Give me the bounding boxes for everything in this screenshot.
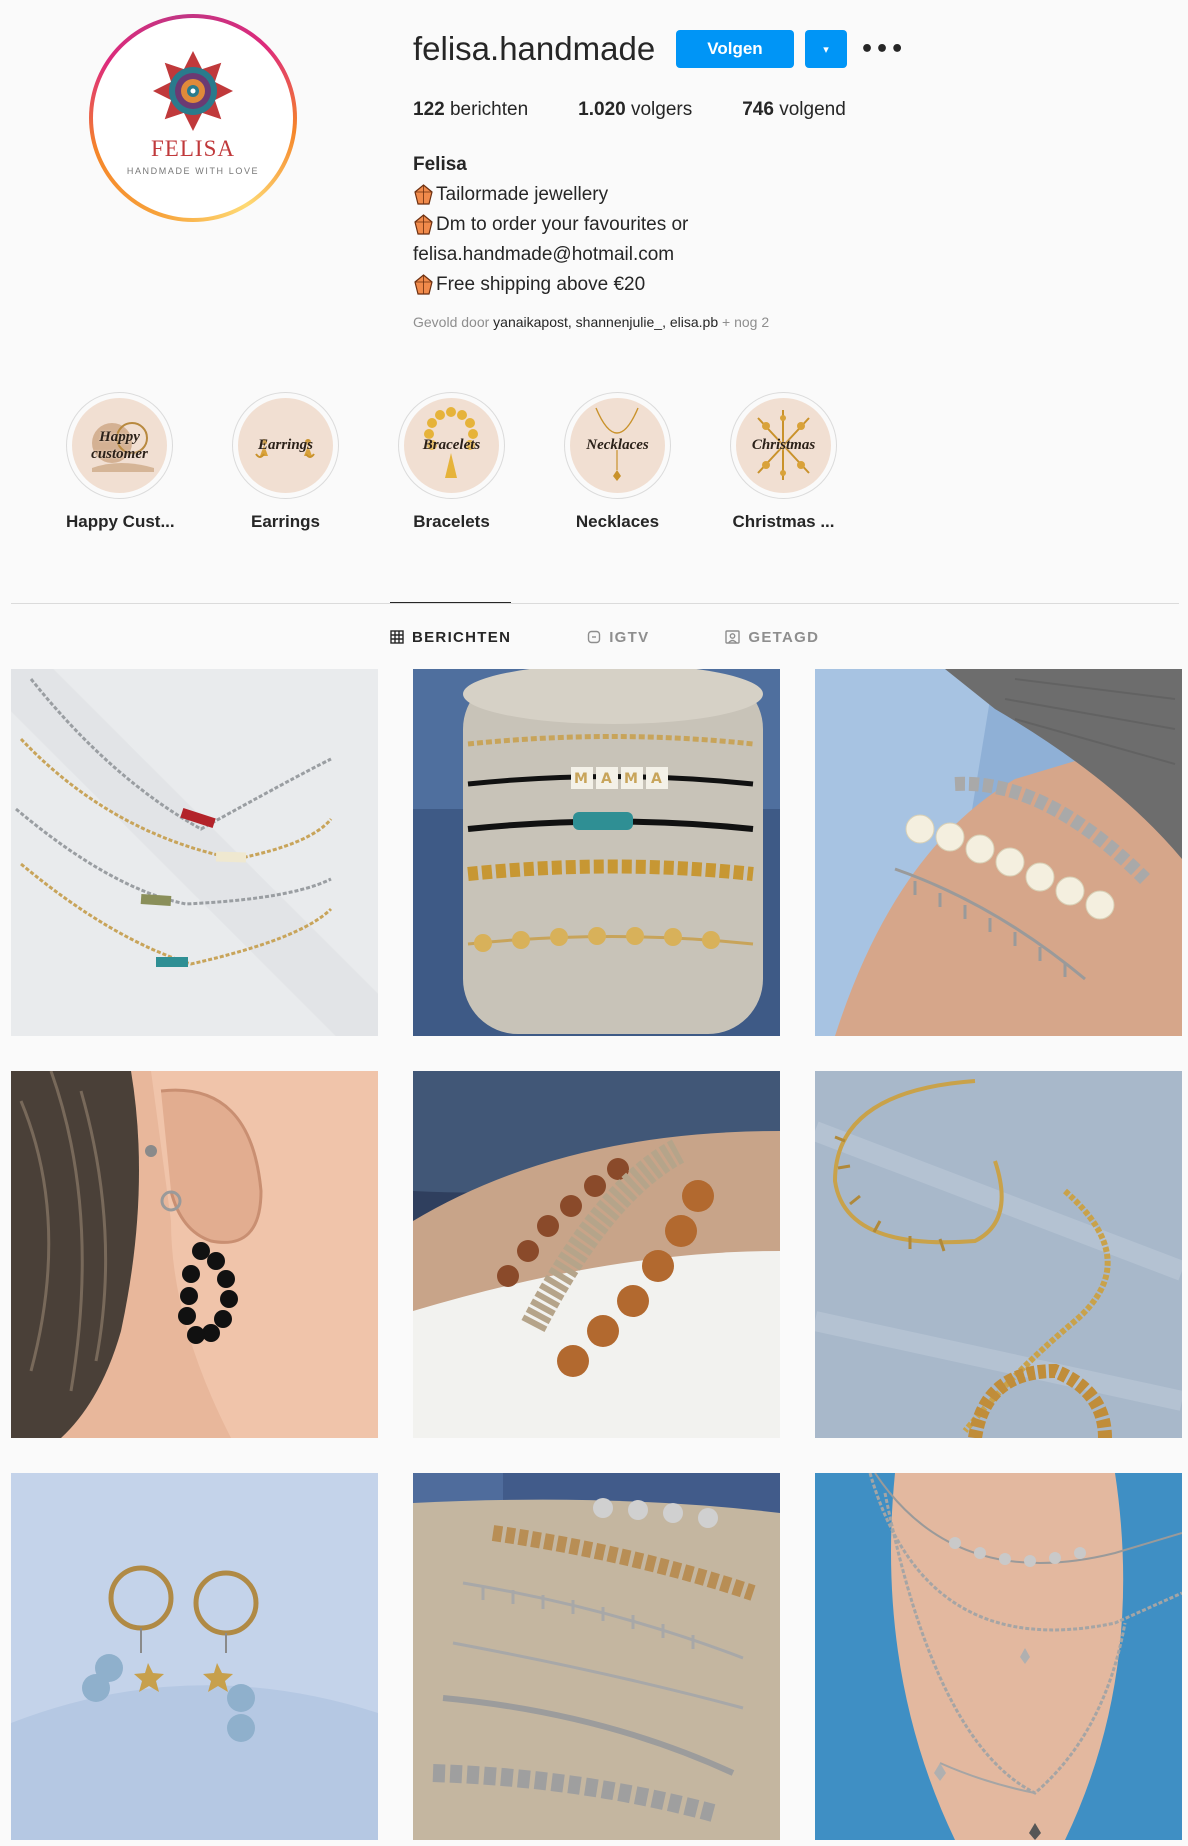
- highlight-cover: Christmas: [736, 398, 831, 493]
- post-thumbnail[interactable]: [815, 669, 1182, 1036]
- highlight-cover-title: customer: [91, 445, 148, 462]
- posts-grid: M A M A: [11, 669, 1182, 1840]
- wrist-bracelets-photo: [815, 669, 1182, 1036]
- stat-followers-label: volgers: [630, 99, 693, 120]
- ear-hoops-photo: [11, 1071, 378, 1438]
- post-thumbnail[interactable]: [815, 1071, 1182, 1438]
- bracelets-mama-photo: M A M A: [413, 669, 780, 1036]
- highlight-cover: Necklaces: [570, 398, 665, 493]
- stat-posts-count: 122: [413, 99, 445, 120]
- necklaces-photo: [11, 669, 378, 1036]
- bio-email-line: felisa.handmade@hotmail.com: [413, 240, 688, 270]
- silver-bracelets-photo: [413, 1473, 780, 1840]
- stat-following-count: 746: [742, 99, 774, 120]
- highlight-earrings[interactable]: Earrings Earrings: [232, 392, 339, 532]
- post-thumbnail[interactable]: [11, 669, 378, 1036]
- bio-name: Felisa: [413, 154, 467, 175]
- stat-followers-count: 1.020: [578, 99, 626, 120]
- bio-line-text: Dm to order your favourites or: [436, 214, 689, 235]
- avatar-frame: FELISA HANDMADE WITH LOVE: [93, 18, 293, 218]
- bio-line-text: Free shipping above €20: [436, 274, 646, 295]
- highlight-ring: Necklaces: [564, 392, 671, 499]
- profile-username: felisa.handmade: [413, 30, 656, 67]
- highlight-cover: Bracelets: [404, 398, 499, 493]
- gem-emoji-icon: [414, 184, 433, 205]
- followed-by-text[interactable]: Gevold door yanaikapost, shannenjulie_, …: [413, 314, 769, 330]
- igtv-icon: [588, 630, 601, 644]
- highlight-cover-title: Bracelets: [422, 437, 481, 453]
- stat-posts-label: berichten: [449, 99, 529, 120]
- post-thumbnail[interactable]: [815, 1473, 1182, 1840]
- bio-line: Tailormade jewellery: [413, 180, 688, 210]
- svg-text:A: A: [601, 771, 612, 787]
- layered-necklaces-photo: [815, 1473, 1182, 1840]
- highlight-christmas[interactable]: Christmas Christmas ...: [730, 392, 837, 532]
- tab-label: GETAGD: [748, 628, 820, 646]
- stat-followers[interactable]: 1.020 volgers: [578, 99, 692, 121]
- highlight-cover-title: Christmas: [751, 437, 816, 453]
- tab-igtv[interactable]: IGTV: [587, 603, 649, 671]
- post-thumbnail[interactable]: [413, 1071, 780, 1438]
- highlight-bracelets[interactable]: Bracelets Bracelets: [398, 392, 505, 532]
- gem-emoji-icon: [414, 274, 433, 295]
- bio-line: Free shipping above €20: [413, 270, 688, 300]
- star-earrings-photo: [11, 1473, 378, 1840]
- highlight-label: Christmas ...: [732, 512, 835, 531]
- highlight-necklaces[interactable]: Necklaces Necklaces: [564, 392, 671, 532]
- svg-text:M: M: [624, 771, 638, 787]
- tab-label: IGTV: [609, 628, 650, 646]
- highlight-cover-title: Happy: [99, 428, 140, 445]
- gold-chains-photo: [815, 1071, 1182, 1438]
- followed-by-names: yanaikapost, shannenjulie_, elisa.pb: [493, 314, 719, 330]
- highlight-ring: Christmas: [730, 392, 837, 499]
- highlight-label: Earrings: [251, 512, 320, 531]
- highlight-ring: Happy customer: [66, 392, 173, 499]
- follow-button[interactable]: Volgen: [676, 30, 794, 68]
- stat-posts: 122 berichten: [413, 99, 528, 121]
- post-thumbnail[interactable]: [413, 1473, 780, 1840]
- highlight-cover: Earrings: [238, 398, 333, 493]
- profile-tabs: BERICHTEN IGTV GETAGD: [390, 602, 895, 671]
- tagged-icon: [725, 630, 741, 644]
- profile-avatar-ring[interactable]: FELISA HANDMADE WITH LOVE: [89, 14, 297, 222]
- highlight-cover-title: Necklaces: [586, 437, 649, 453]
- highlight-ring: Earrings: [232, 392, 339, 499]
- tab-label: BERICHTEN: [412, 628, 512, 646]
- mandala-logo-icon: [153, 51, 233, 131]
- bio-line: Dm to order your favourites or: [413, 210, 688, 240]
- followed-by-prefix: Gevold door: [413, 314, 494, 330]
- tab-tagged[interactable]: GETAGD: [725, 603, 819, 671]
- svg-text:A: A: [651, 771, 662, 787]
- more-dots-icon: •••: [860, 36, 906, 62]
- avatar-tagline: HANDMADE WITH LOVE: [126, 166, 260, 176]
- followed-by-suffix: + nog 2: [718, 314, 770, 330]
- beaded-bracelets-photo: [413, 1071, 780, 1438]
- svg-text:M: M: [574, 771, 588, 787]
- profile-bio: Felisa Tailormade jewellery Dm to order …: [413, 150, 688, 300]
- highlight-label: Necklaces: [575, 512, 660, 531]
- highlight-ring: Bracelets: [398, 392, 505, 499]
- tab-posts[interactable]: BERICHTEN: [390, 602, 512, 671]
- avatar: FELISA HANDMADE WITH LOVE: [98, 23, 288, 213]
- story-highlights: Happy customer Happy Cust... Earrings Ea…: [66, 392, 837, 532]
- stat-following-label: volgend: [779, 99, 846, 120]
- gem-emoji-icon: [414, 214, 433, 235]
- highlight-label: Happy Cust...: [66, 512, 175, 531]
- more-options-button[interactable]: •••: [860, 30, 904, 68]
- highlight-happy-customer[interactable]: Happy customer Happy Cust...: [66, 392, 175, 532]
- grid-icon: [390, 630, 404, 644]
- stat-following[interactable]: 746 volgend: [742, 99, 846, 121]
- post-thumbnail[interactable]: M A M A: [413, 669, 780, 1036]
- suggestions-dropdown-button[interactable]: ▾: [805, 30, 847, 68]
- post-thumbnail[interactable]: [11, 1473, 378, 1840]
- highlight-cover: Happy customer: [72, 398, 167, 493]
- post-thumbnail[interactable]: [11, 1071, 378, 1438]
- bio-line-text: Tailormade jewellery: [436, 184, 609, 205]
- bio-email: felisa.handmade@hotmail.com: [413, 244, 675, 265]
- chevron-down-icon: ▾: [823, 42, 829, 56]
- avatar-brand-text: FELISA: [151, 136, 235, 161]
- highlight-label: Bracelets: [413, 512, 490, 531]
- profile-stats: 122 berichten 1.020 volgers 746 volgend: [413, 99, 846, 121]
- highlight-cover-title: Earrings: [257, 437, 314, 453]
